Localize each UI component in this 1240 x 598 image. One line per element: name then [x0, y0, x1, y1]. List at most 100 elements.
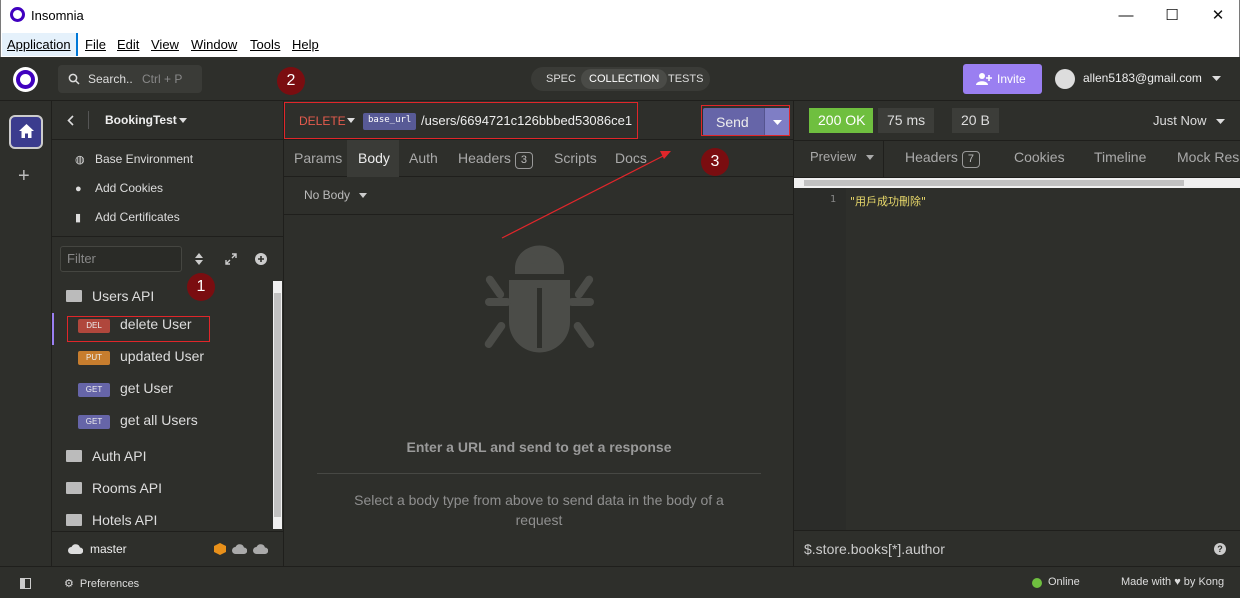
active-indicator	[52, 313, 54, 345]
collection-header: BookingTest	[52, 101, 284, 140]
annotation-step-1: 1	[187, 273, 215, 301]
divider	[317, 473, 761, 474]
chevron-down-icon	[865, 155, 874, 160]
folder-icon	[66, 482, 82, 494]
preview-mode-select[interactable]: Preview	[810, 149, 874, 164]
tab-cookies[interactable]: Cookies	[1014, 149, 1065, 165]
empty-response-message: Enter a URL and send to get a response	[406, 439, 672, 455]
certificate-icon: ▮	[75, 212, 82, 224]
mode-switcher: SPEC COLLECTION TESTS	[531, 67, 710, 91]
maximize-button[interactable]: ☐	[1149, 0, 1195, 31]
response-filter-input[interactable]: $.store.books[*].author	[804, 541, 945, 557]
tab-timeline[interactable]: Timeline	[1094, 149, 1146, 165]
sidebar-scroll-thumb[interactable]	[274, 293, 281, 517]
headers-count: 3	[514, 152, 533, 169]
request-get-user[interactable]: GET get User	[78, 380, 173, 404]
add-circle-icon[interactable]	[255, 253, 267, 265]
annotation-box-send	[701, 105, 790, 136]
search-button[interactable]: Search.. Ctrl + P	[58, 65, 202, 93]
folder-users-api[interactable]: Users API	[66, 288, 154, 304]
expand-icon[interactable]	[225, 253, 237, 265]
add-certificates-link[interactable]: ▮ Add Certificates	[75, 210, 180, 224]
tab-docs[interactable]: Docs	[615, 150, 647, 166]
cookie-icon: ●	[75, 183, 82, 195]
line-number: 1	[830, 194, 837, 205]
back-chevron-icon[interactable]	[67, 115, 74, 126]
horizontal-scroll-thumb[interactable]	[804, 180, 1184, 186]
method-badge: PUT	[78, 351, 110, 365]
insomnia-app-icon	[10, 7, 25, 22]
annotation-box-url	[284, 102, 638, 139]
search-icon	[68, 73, 80, 85]
annotation-step-3: 3	[701, 148, 729, 176]
menu-bar: Application File Edit View Window Tools …	[0, 31, 1240, 57]
app-header: Search.. Ctrl + P SPEC COLLECTION TESTS …	[0, 57, 1240, 101]
folder-auth-api[interactable]: Auth API	[66, 448, 146, 464]
invite-button[interactable]: Invite	[963, 64, 1042, 94]
menu-edit[interactable]: Edit	[117, 37, 139, 52]
menu-application[interactable]: Application	[2, 33, 78, 56]
filter-input[interactable]: Filter	[60, 246, 182, 272]
annotation-step-2: 2	[277, 67, 305, 95]
chevron-down-icon	[359, 193, 368, 198]
folder-icon	[66, 450, 82, 462]
chevron-down-icon[interactable]	[1212, 76, 1221, 82]
folder-hotels-api[interactable]: Hotels API	[66, 512, 157, 528]
annotation-box-request	[67, 316, 210, 342]
add-cookies-link[interactable]: ● Add Cookies	[75, 181, 163, 195]
response-size: 20 B	[952, 108, 999, 133]
insomnia-logo-icon[interactable]	[13, 67, 38, 92]
cloud-download-icon[interactable]	[232, 544, 247, 554]
collection-chevron-down-icon[interactable]	[179, 118, 187, 123]
tab-auth[interactable]: Auth	[409, 150, 438, 166]
status-bar: ⚙ Preferences Online Made with ♥ by Kong	[0, 566, 1240, 598]
gear-icon: ⚙	[64, 578, 74, 590]
add-user-icon	[976, 73, 992, 85]
home-button[interactable]	[9, 115, 43, 149]
tab-spec[interactable]: SPEC	[546, 73, 576, 85]
search-label: Search..	[88, 72, 133, 86]
made-with-kong[interactable]: Made with ♥ by Kong	[1121, 576, 1224, 588]
tab-mock-response[interactable]: Mock Resp	[1177, 149, 1240, 165]
base-environment-link[interactable]: ◍ Base Environment	[75, 152, 193, 166]
response-history-select[interactable]: Just Now	[1153, 113, 1226, 128]
cloud-upload-icon[interactable]	[253, 544, 268, 554]
menu-view[interactable]: View	[151, 37, 179, 52]
branch-name[interactable]: master	[90, 542, 127, 556]
user-account-menu[interactable]: allen5183@gmail.com	[1083, 71, 1202, 85]
body-type-select[interactable]: No Body	[304, 188, 368, 202]
add-icon[interactable]: +	[18, 165, 30, 188]
request-get-all-users[interactable]: GET get all Users	[78, 412, 198, 436]
tab-response-headers[interactable]: Headers 7	[905, 149, 980, 168]
status-badge: 200 OK	[809, 108, 873, 133]
tab-scripts[interactable]: Scripts	[554, 150, 597, 166]
divider	[52, 236, 284, 237]
sort-icon[interactable]	[195, 253, 203, 265]
close-button[interactable]: ✕	[1195, 0, 1240, 31]
package-icon[interactable]	[214, 543, 226, 555]
menu-help[interactable]: Help	[292, 37, 319, 52]
search-shortcut: Ctrl + P	[142, 72, 183, 86]
divider	[88, 111, 89, 129]
tab-collection[interactable]: COLLECTION	[581, 69, 668, 89]
minimize-button[interactable]: —	[1103, 0, 1149, 31]
collection-name[interactable]: BookingTest	[105, 113, 177, 127]
divider	[883, 140, 884, 177]
menu-file[interactable]: File	[85, 37, 106, 52]
tab-headers[interactable]: Headers 3	[458, 150, 533, 169]
request-updated-user[interactable]: PUT updated User	[78, 348, 204, 372]
tab-body[interactable]: Body	[358, 150, 390, 166]
tab-tests[interactable]: TESTS	[668, 73, 703, 85]
chevron-down-icon	[1216, 119, 1226, 124]
folder-rooms-api[interactable]: Rooms API	[66, 480, 162, 496]
menu-tools[interactable]: Tools	[250, 37, 280, 52]
heart-icon: ♥	[1174, 576, 1181, 588]
divider	[284, 214, 794, 215]
toggle-sidebar-icon[interactable]	[20, 578, 31, 589]
tab-params[interactable]: Params	[294, 150, 342, 166]
response-body[interactable]: "用戶成功刪除"	[850, 193, 926, 209]
avatar[interactable]	[1055, 69, 1075, 89]
help-icon[interactable]: ?	[1214, 543, 1226, 555]
menu-window[interactable]: Window	[191, 37, 237, 52]
preferences-button[interactable]: ⚙ Preferences	[64, 577, 139, 590]
